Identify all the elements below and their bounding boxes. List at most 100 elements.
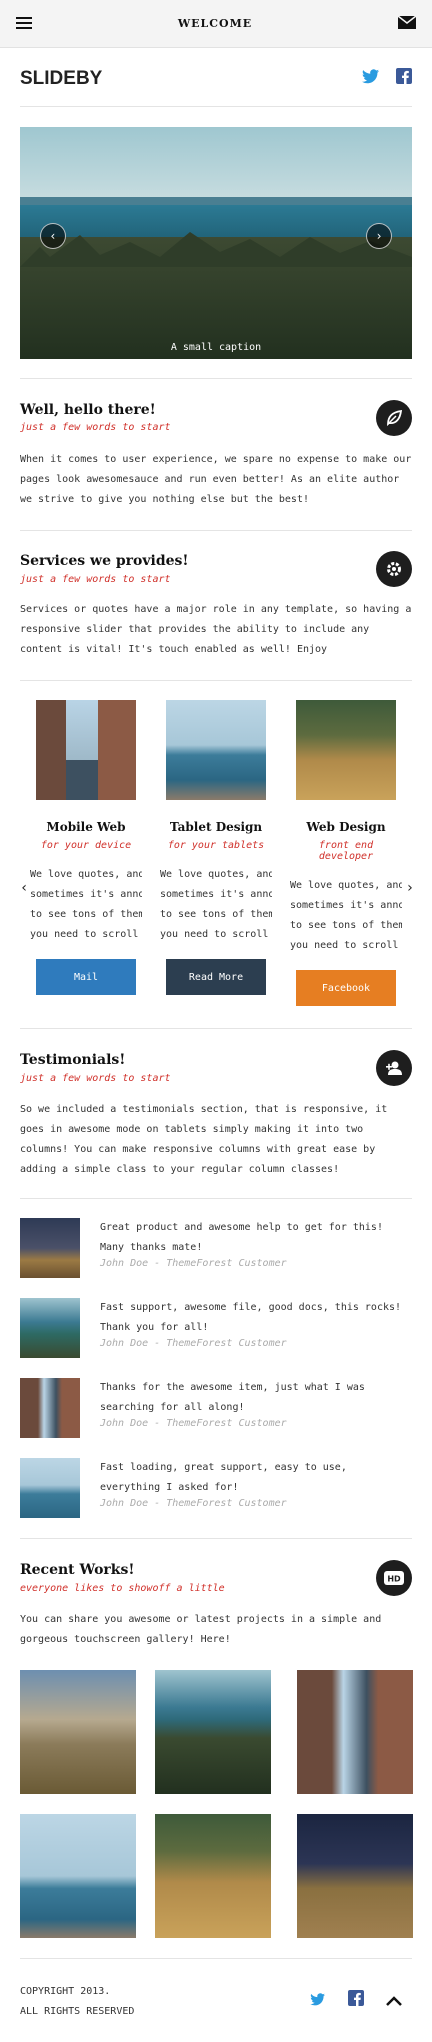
gallery-image[interactable] (155, 1814, 271, 1938)
testimonial-author: John Doe - ThemeForest Customer (100, 1498, 287, 1509)
testimonial-quote: Thanks for the awesome item, just what I… (100, 1382, 365, 1413)
service-card: Web Design front end developer We love q… (290, 700, 402, 1006)
card-title: Mobile Web (46, 820, 126, 834)
card-image-sea (166, 700, 266, 800)
rights-line: ALL RIGHTS RESERVED (20, 2006, 135, 2017)
service-card: Mobile Web for your device We love quote… (30, 700, 142, 995)
testimonial-author: John Doe - ThemeForest Customer (100, 1418, 287, 1429)
page: { "header": { "title": "WELCOME", "menu_… (0, 0, 432, 2042)
testimonial-item: Fast support, awesome file, good docs, t… (20, 1298, 412, 1358)
mail-button[interactable]: Mail (36, 959, 136, 995)
divider (20, 680, 412, 681)
copyright-line: COPYRIGHT 2013. (20, 1986, 111, 1997)
add-user-icon (376, 1050, 412, 1086)
gallery-image[interactable] (155, 1670, 271, 1794)
divider (20, 106, 412, 107)
read-more-button[interactable]: Read More (166, 959, 266, 995)
testimonial-thumb (20, 1298, 80, 1358)
facebook-icon[interactable] (348, 1990, 364, 2010)
works-title: Recent Works! (20, 1562, 135, 1578)
chevron-left-icon[interactable]: ‹ (40, 223, 66, 249)
testimonial-author: John Doe - ThemeForest Customer (100, 1258, 287, 1269)
testimonial-author: John Doe - ThemeForest Customer (100, 1338, 287, 1349)
testimonial-thumb (20, 1378, 80, 1438)
testimonials-subtitle: just a few words to start (20, 1073, 171, 1084)
card-text-line: you need to scroll t (290, 940, 402, 951)
chevron-right-icon[interactable]: › (366, 223, 392, 249)
gallery-image[interactable] (20, 1814, 136, 1938)
works-subtitle: everyone likes to showoff a little (20, 1583, 225, 1594)
hamburger-icon[interactable] (16, 14, 32, 33)
twitter-icon[interactable] (310, 1991, 326, 2010)
testimonials-text: So we included a testimonials section, t… (20, 1104, 388, 1175)
gear-icon (376, 551, 412, 587)
facebook-icon[interactable] (396, 68, 412, 88)
card-text-line: We love quotes, and (30, 869, 142, 880)
brand-bar: SLIDEBY (0, 48, 432, 108)
services-subtitle: just a few words to start (20, 574, 171, 585)
divider (20, 1958, 412, 1959)
tree-silhouette (20, 232, 412, 267)
card-subtitle: for your tablets (167, 840, 265, 851)
testimonial-quote: Fast support, awesome file, good docs, t… (100, 1302, 402, 1333)
card-text-line: sometimes it's annoyi (290, 900, 402, 911)
divider (20, 1198, 412, 1199)
divider (20, 1538, 412, 1539)
social-links (362, 68, 412, 88)
divider (20, 1028, 412, 1029)
header-title: WELCOME (177, 17, 253, 30)
gallery-image[interactable] (297, 1814, 413, 1938)
brand-logo[interactable]: SLIDEBY (20, 68, 102, 90)
twitter-icon[interactable] (362, 68, 380, 88)
card-subtitle: for your device (40, 840, 132, 851)
gallery-image[interactable] (297, 1670, 413, 1794)
intro-subtitle: just a few words to start (20, 422, 171, 433)
slide-caption: A small caption (170, 342, 262, 353)
footer-icons (310, 1990, 402, 2010)
divider (20, 378, 412, 379)
envelope-icon[interactable] (397, 14, 417, 33)
chevron-up-icon[interactable] (386, 1991, 402, 2010)
testimonial-quote: Fast loading, great support, easy to use… (100, 1462, 347, 1493)
card-text-line: sometimes it's annoyi (160, 889, 272, 900)
svg-text:HD: HD (387, 1575, 401, 1584)
slide-sky (20, 127, 412, 202)
card-text: We love quotes, and sometimes it's annoy… (160, 865, 272, 945)
card-text-line: to see tons of them t (160, 909, 272, 920)
copyright-text: COPYRIGHT 2013. ALL RIGHTS RESERVED (20, 1982, 134, 2022)
leaf-icon (376, 400, 412, 436)
chevron-right-icon[interactable]: › (406, 880, 414, 896)
chevron-left-icon[interactable]: ‹ (20, 880, 28, 896)
card-text-line: to see tons of them t (290, 920, 402, 931)
facebook-button[interactable]: Facebook (296, 970, 396, 1006)
testimonial-item: Thanks for the awesome item, just what I… (20, 1378, 412, 1438)
card-text: We love quotes, and sometimes it's annoy… (30, 865, 142, 945)
intro-text: When it comes to user experience, we spa… (20, 454, 412, 505)
card-title: Tablet Design (169, 820, 263, 834)
top-bar: WELCOME (0, 0, 432, 48)
hd-icon: HD (376, 1560, 412, 1596)
card-subtitle: front end developer (318, 840, 374, 862)
testimonial-thumb (20, 1218, 80, 1278)
services-text: Services or quotes have a major role in … (20, 604, 412, 655)
works-text: You can share you awesome or latest proj… (20, 1614, 382, 1645)
divider (20, 530, 412, 531)
testimonial-item: Great product and awesome help to get fo… (20, 1218, 412, 1278)
card-text: We love quotes, and sometimes it's annoy… (290, 876, 402, 956)
intro-title: Well, hello there! (20, 402, 156, 418)
service-card: Tablet Design for your tablets We love q… (160, 700, 272, 995)
card-text-line: We love quotes, and (160, 869, 272, 880)
card-title: Web Design (306, 820, 386, 834)
card-text-line: you need to scroll t (30, 929, 142, 940)
card-text-line: We love quotes, and (290, 880, 402, 891)
testimonials-title: Testimonials! (20, 1052, 126, 1068)
card-text-line: sometimes it's annoyi (30, 889, 142, 900)
gallery-image[interactable] (20, 1670, 136, 1794)
testimonial-thumb (20, 1458, 80, 1518)
card-image-street (36, 700, 136, 800)
services-title: Services we provides! (20, 553, 189, 569)
card-image-wheat (296, 700, 396, 800)
testimonial-item: Fast loading, great support, easy to use… (20, 1458, 412, 1518)
image-slider[interactable]: ‹ › A small caption (20, 127, 412, 359)
card-text-line: to see tons of them t (30, 909, 142, 920)
